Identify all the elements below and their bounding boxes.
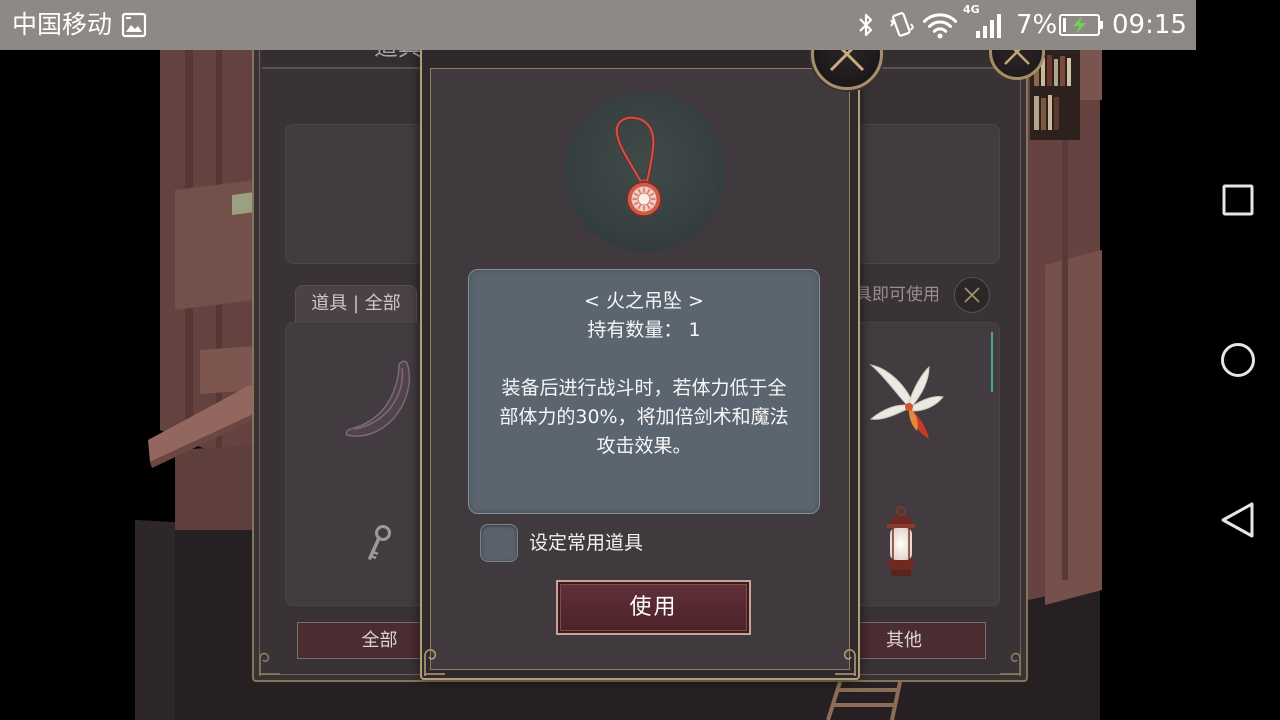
navigation-bar — [1196, 0, 1280, 720]
feather-item-icon[interactable] — [863, 359, 945, 441]
use-button[interactable]: 使用 — [556, 580, 751, 635]
item-description-box: < 火之吊坠 > 持有数量： 1 装备后进行战斗时，若体力低于全 部体力的30%… — [468, 269, 820, 514]
recents-icon[interactable] — [1221, 183, 1255, 217]
horn-item-icon[interactable] — [341, 359, 415, 441]
wifi-icon — [922, 13, 958, 39]
item-name: < 火之吊坠 > — [584, 290, 704, 312]
favorite-item-checkbox[interactable] — [480, 524, 518, 562]
key-item-icon[interactable] — [363, 523, 395, 563]
corner-ornament — [835, 649, 856, 676]
corner-ornament — [259, 652, 280, 676]
cellular-signal-icon — [976, 14, 1001, 38]
left-wall — [160, 50, 255, 530]
fire-pendant-icon — [614, 115, 662, 217]
corner-ornament — [1000, 652, 1021, 676]
item-description-line: 攻击效果。 — [596, 435, 692, 457]
lantern-item-icon[interactable] — [881, 506, 921, 580]
description-spacer — [469, 345, 819, 374]
clock: 09:15 — [1112, 10, 1187, 40]
tab-items-all[interactable]: 道具 | 全部 — [295, 285, 417, 322]
battery-percentage: 7% — [1016, 10, 1058, 40]
item-detail-dialog: < 火之吊坠 > 持有数量： 1 装备后进行战斗时，若体力低于全 部体力的30%… — [420, 18, 883, 680]
item-portrait — [565, 92, 725, 252]
carrier-name: 中国移动 — [12, 10, 113, 39]
battery-charging-icon — [1059, 14, 1103, 36]
hint-close-button[interactable] — [954, 277, 990, 313]
close-icon — [964, 287, 980, 303]
home-icon[interactable] — [1220, 342, 1256, 378]
back-icon[interactable] — [1219, 501, 1257, 539]
item-description-line: 装备后进行战斗时，若体力低于全 — [501, 377, 787, 399]
scroll-indicator[interactable] — [991, 332, 993, 392]
item-description-line: 部体力的30%，将加倍剑术和魔法 — [499, 406, 789, 428]
vibrate-icon — [890, 12, 914, 37]
image-icon — [121, 12, 147, 38]
bluetooth-icon — [859, 13, 873, 37]
status-bar: 中国移动 4G 7% 09:15 — [0, 0, 1196, 50]
item-quantity: 持有数量： 1 — [587, 319, 701, 341]
corner-ornament — [424, 649, 445, 676]
favorite-item-label[interactable]: 设定常用道具 — [529, 532, 643, 554]
